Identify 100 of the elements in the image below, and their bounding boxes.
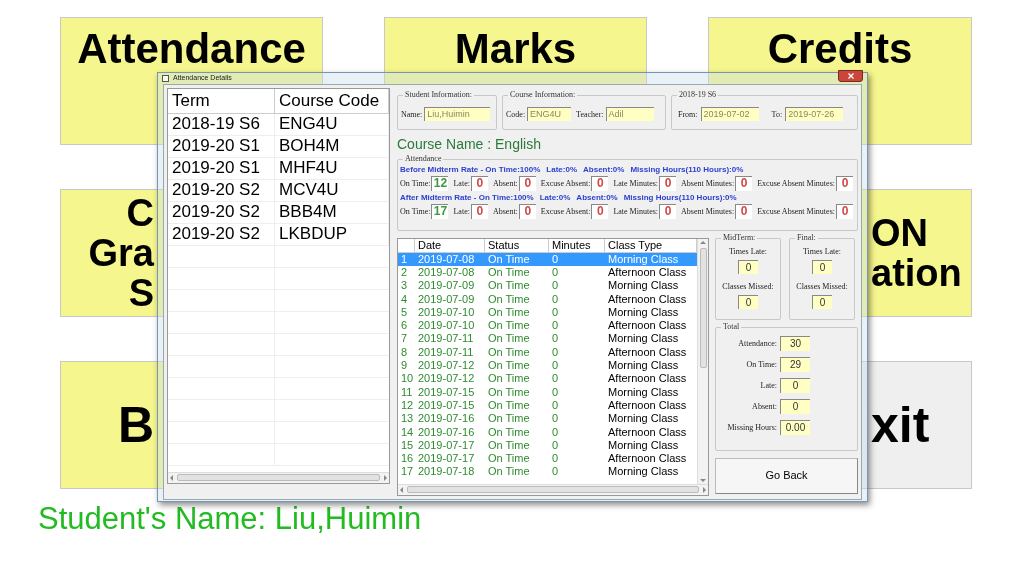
tile-label: xit bbox=[871, 399, 930, 451]
row-number: 1 bbox=[400, 252, 409, 266]
field-label: Excuse Absent Minutes: bbox=[757, 178, 835, 188]
table-cell-text: Morning Class bbox=[607, 305, 680, 319]
table-cell-text: 2019-07-12 bbox=[417, 372, 476, 386]
scroll-right-icon[interactable] bbox=[384, 474, 387, 481]
count-field[interactable]: 0 bbox=[470, 175, 488, 191]
rate-summary: Absent:0% bbox=[576, 192, 618, 203]
count-field[interactable]: 0 bbox=[591, 203, 609, 219]
field-label: To: bbox=[771, 109, 783, 119]
count-field[interactable]: 0 bbox=[518, 203, 536, 219]
field-label: Late: bbox=[453, 206, 470, 216]
vertical-scrollbar[interactable] bbox=[697, 238, 708, 484]
horizontal-scrollbar[interactable] bbox=[168, 471, 389, 483]
text-field[interactable]: 2019-07-26 bbox=[785, 107, 844, 121]
scrollbar-thumb[interactable] bbox=[407, 486, 699, 493]
table-cell-text: Afternoon Class bbox=[607, 319, 688, 333]
row-number: 11 bbox=[400, 385, 414, 399]
count-field[interactable]: 0 bbox=[470, 203, 488, 219]
field-label: Missing Hours: bbox=[727, 422, 777, 432]
text-field[interactable]: ENG4U bbox=[527, 107, 572, 121]
scroll-right-icon[interactable] bbox=[703, 486, 706, 493]
table-cell-text: 0 bbox=[551, 385, 560, 399]
field-label: Absent: bbox=[492, 178, 518, 188]
table-cell-text: 0 bbox=[551, 332, 560, 346]
group-legend: 2018-19 S6 bbox=[677, 89, 719, 100]
close-button[interactable] bbox=[838, 70, 863, 83]
table-cell: MHF4U bbox=[275, 157, 389, 179]
count-field[interactable]: 0 bbox=[735, 175, 753, 191]
total-field[interactable]: 0.00 bbox=[780, 419, 810, 435]
count-field[interactable]: 0 bbox=[836, 175, 853, 191]
scroll-left-icon[interactable] bbox=[170, 474, 173, 481]
table-cell-text: Morning Class bbox=[607, 412, 680, 426]
table-cell-text: 2019-07-17 bbox=[417, 451, 476, 466]
table-cell: 2019-20 S2 bbox=[168, 179, 275, 201]
scrollbar-thumb[interactable] bbox=[699, 247, 707, 368]
field-label: Teacher: bbox=[576, 109, 604, 119]
column-header[interactable]: Date bbox=[415, 238, 485, 252]
count-value: 0 bbox=[740, 205, 748, 218]
count-field[interactable]: 17 bbox=[431, 203, 449, 219]
count-field[interactable]: 0 bbox=[591, 175, 609, 191]
column-header[interactable]: Term bbox=[168, 88, 275, 113]
scroll-left-icon[interactable] bbox=[400, 486, 403, 493]
count-field[interactable]: 0 bbox=[518, 175, 536, 191]
number-field[interactable]: 0 bbox=[812, 294, 832, 309]
go-back-button[interactable]: Go Back bbox=[715, 457, 858, 494]
count-field[interactable]: 0 bbox=[735, 203, 753, 219]
field-label: Late Minutes: bbox=[613, 178, 659, 188]
tile-label: S bbox=[128, 273, 154, 313]
number-field[interactable]: 0 bbox=[738, 294, 758, 309]
table-cell-text: Afternoon Class bbox=[607, 398, 688, 413]
table-cell-text: On Time bbox=[487, 465, 531, 479]
field-label: Excuse Absent: bbox=[540, 206, 591, 216]
count-field[interactable]: 0 bbox=[659, 203, 677, 219]
number-field[interactable]: 0 bbox=[812, 259, 832, 274]
table-cell-text: Afternoon Class bbox=[607, 292, 688, 306]
count-field[interactable]: 0 bbox=[836, 203, 853, 219]
text-field[interactable]: 2019-07-02 bbox=[700, 107, 759, 121]
tile-label: Gra bbox=[88, 233, 154, 273]
table-cell-text: Afternoon Class bbox=[607, 345, 688, 359]
table-cell: ENG4U bbox=[275, 113, 389, 135]
table-cell-text: Afternoon Class bbox=[607, 265, 688, 280]
table-cell-text: On Time bbox=[487, 438, 531, 452]
student-name: Student's Name: Liu,Huimin bbox=[38, 501, 422, 537]
scroll-down-icon[interactable] bbox=[700, 478, 706, 482]
field-label: Excuse Absent Minutes: bbox=[757, 206, 835, 216]
rate-summary: Missing Hours(110 Hours):0% bbox=[623, 192, 737, 203]
text-field[interactable]: Adil bbox=[605, 107, 654, 121]
field-label: Absent Minutes: bbox=[681, 206, 735, 216]
total-field[interactable]: 30 bbox=[780, 335, 810, 351]
text-field[interactable]: Liu,Huimin bbox=[424, 107, 491, 121]
column-header[interactable]: Course Code bbox=[275, 88, 389, 113]
rate-summary: Late:0% bbox=[546, 164, 578, 175]
table-cell-text: On Time bbox=[487, 332, 531, 346]
field-label: On Time: bbox=[746, 359, 777, 369]
total-field[interactable]: 29 bbox=[780, 356, 810, 372]
table-cell-text: On Time bbox=[487, 372, 531, 386]
table-cell-text: Morning Class bbox=[607, 358, 680, 373]
column-header[interactable]: Minutes bbox=[549, 238, 605, 252]
table-cell: MCV4U bbox=[275, 179, 389, 201]
table-cell: 2019-20 S1 bbox=[168, 135, 275, 157]
table-cell-text: 0 bbox=[551, 425, 560, 439]
count-field[interactable]: 12 bbox=[431, 175, 449, 191]
table-cell-text: 0 bbox=[551, 358, 560, 373]
count-field[interactable]: 0 bbox=[659, 175, 677, 191]
count-value: 0 bbox=[476, 205, 484, 218]
total-field[interactable]: 0 bbox=[780, 398, 810, 414]
field-label: Classes Missed: bbox=[796, 281, 848, 291]
scrollbar-thumb[interactable] bbox=[177, 474, 380, 481]
group-legend: Final: bbox=[795, 232, 818, 243]
number-field[interactable]: 0 bbox=[738, 259, 758, 274]
scroll-up-icon[interactable] bbox=[700, 240, 706, 244]
horizontal-scrollbar[interactable] bbox=[398, 483, 708, 495]
table-cell-text: 2019-07-10 bbox=[417, 305, 476, 319]
column-header[interactable]: Status bbox=[485, 238, 549, 252]
row-number: 12 bbox=[400, 398, 415, 413]
table-cell-text: 2019-07-08 bbox=[417, 265, 476, 280]
table-cell-text: 0 bbox=[551, 372, 560, 386]
total-field[interactable]: 0 bbox=[780, 377, 810, 393]
table-cell-text: On Time bbox=[487, 398, 531, 413]
